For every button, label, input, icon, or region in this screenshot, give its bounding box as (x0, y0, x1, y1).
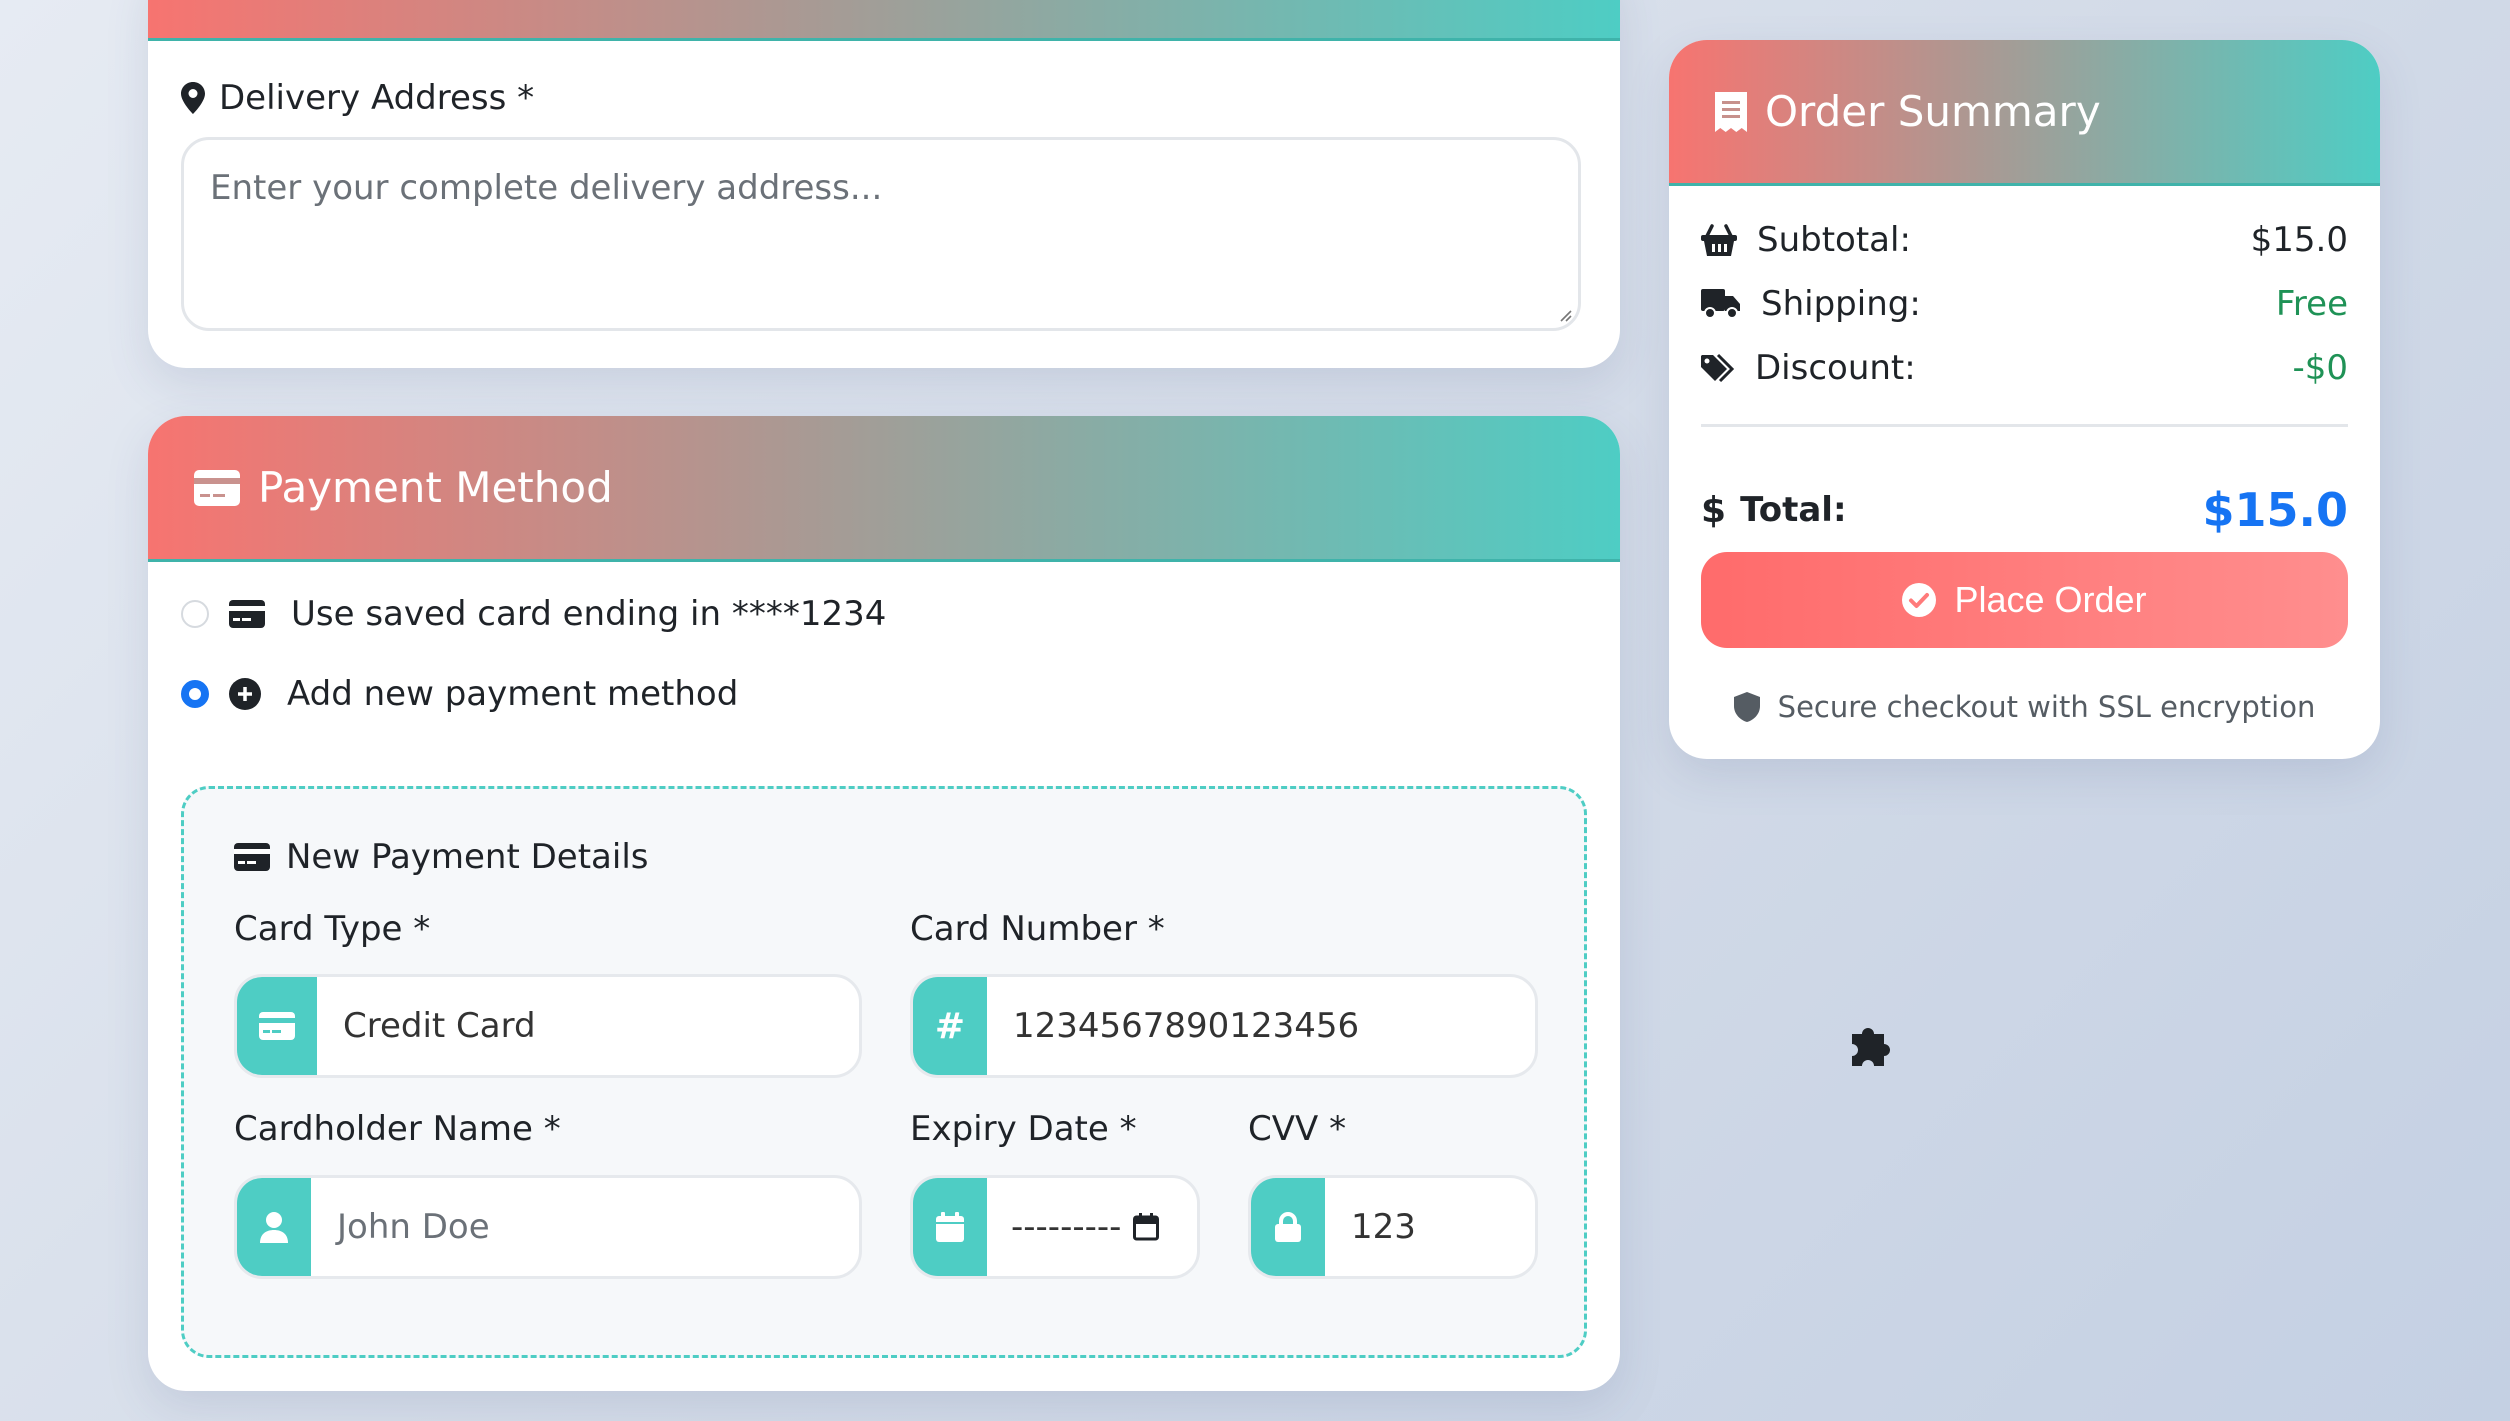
new-payment-option[interactable]: Add new payment method (181, 674, 738, 714)
subtotal-label: Subtotal: (1757, 220, 1911, 260)
order-summary-card: Order Summary Subtotal: $15.0 Shipping: … (1669, 40, 2380, 759)
saved-card-radio[interactable] (181, 600, 209, 628)
check-circle-icon (1902, 583, 1937, 617)
cvv-label: CVV * (1248, 1109, 1347, 1149)
puzzle-piece-icon[interactable] (1848, 1020, 1898, 1074)
payment-method-title: Payment Method (258, 463, 613, 512)
cardholder-addon (237, 1178, 311, 1276)
tags-icon (1701, 353, 1735, 383)
delivery-address-label: Delivery Address * (181, 78, 534, 118)
new-payment-label: Add new payment method (287, 674, 739, 714)
card-type-label: Card Type * (234, 909, 431, 949)
card-number-addon: # (913, 977, 987, 1075)
lock-icon (1275, 1212, 1301, 1242)
new-payment-details-panel: New Payment Details Card Type * Credit C… (181, 786, 1587, 1358)
delivery-address-card: Delivery Address * Enter your complete d… (148, 0, 1620, 368)
saved-card-label: Use saved card ending in ****1234 (291, 594, 887, 634)
shipping-row: Shipping: Free (1701, 284, 2348, 324)
user-icon (260, 1212, 288, 1243)
resize-handle-icon[interactable] (1558, 308, 1572, 322)
order-summary-title: Order Summary (1765, 87, 2101, 136)
total-value: $15.0 (2202, 483, 2348, 537)
total-row: $ Total: $15.0 (1701, 483, 2348, 537)
expiry-date-label: Expiry Date * (910, 1109, 1137, 1149)
expiry-date-value: --------- (1011, 1207, 1122, 1247)
delivery-address-placeholder: Enter your complete delivery address... (210, 168, 883, 208)
cvv-addon (1251, 1178, 1325, 1276)
total-label: Total: (1740, 490, 1847, 530)
cvv-input[interactable]: 123 (1248, 1175, 1538, 1279)
delivery-address-textarea[interactable]: Enter your complete delivery address... (181, 137, 1581, 331)
place-order-label: Place Order (1954, 579, 2147, 620)
map-pin-icon (181, 82, 205, 114)
discount-label: Discount: (1755, 348, 1916, 388)
basket-icon (1701, 224, 1737, 256)
cardholder-name-label: Cardholder Name * (234, 1109, 561, 1149)
cvv-value: 123 (1351, 1207, 1416, 1247)
hash-icon: # (934, 1005, 966, 1047)
dollar-icon: $ (1701, 489, 1727, 531)
card-number-value: 1234567890123456 (1013, 1006, 1360, 1046)
subtotal-row: Subtotal: $15.0 (1701, 220, 2348, 260)
calendar-picker-icon[interactable] (1133, 1213, 1160, 1241)
calendar-icon (936, 1212, 964, 1242)
credit-card-icon (259, 1012, 295, 1040)
payment-method-header: Payment Method (148, 416, 1620, 562)
new-payment-details-title: New Payment Details (234, 837, 649, 877)
expiry-date-input[interactable]: --------- (910, 1175, 1200, 1279)
shipping-label: Shipping: (1761, 284, 1921, 324)
secure-checkout-text: Secure checkout with SSL encryption (1777, 690, 2316, 724)
cardholder-name-input[interactable]: John Doe (234, 1175, 862, 1279)
saved-card-option[interactable]: Use saved card ending in ****1234 (181, 594, 886, 634)
credit-card-icon (229, 600, 265, 628)
payment-method-card: Payment Method Use saved card ending in … (148, 416, 1620, 1391)
card-type-value: Credit Card (343, 1006, 536, 1046)
delivery-card-header (148, 0, 1620, 41)
truck-icon (1701, 289, 1740, 319)
place-order-button[interactable]: Place Order (1701, 552, 2348, 648)
card-number-label: Card Number * (910, 909, 1165, 949)
summary-divider (1701, 424, 2348, 427)
credit-card-icon (194, 469, 240, 506)
secure-checkout-note: Secure checkout with SSL encryption (1669, 690, 2380, 724)
cardholder-name-placeholder: John Doe (337, 1207, 490, 1247)
receipt-icon (1715, 91, 1747, 132)
discount-row: Discount: -$0 (1701, 348, 2348, 388)
new-payment-radio[interactable] (181, 680, 209, 708)
shipping-value: Free (2275, 284, 2348, 324)
order-summary-header: Order Summary (1669, 40, 2380, 186)
shield-icon (1733, 692, 1760, 722)
card-type-select[interactable]: Credit Card (234, 974, 862, 1078)
subtotal-value: $15.0 (2250, 220, 2348, 260)
credit-card-icon (234, 843, 270, 871)
expiry-addon (913, 1178, 987, 1276)
card-type-addon (237, 977, 317, 1075)
plus-circle-icon (229, 678, 261, 710)
card-number-input[interactable]: # 1234567890123456 (910, 974, 1538, 1078)
discount-value: -$0 (2292, 348, 2348, 388)
